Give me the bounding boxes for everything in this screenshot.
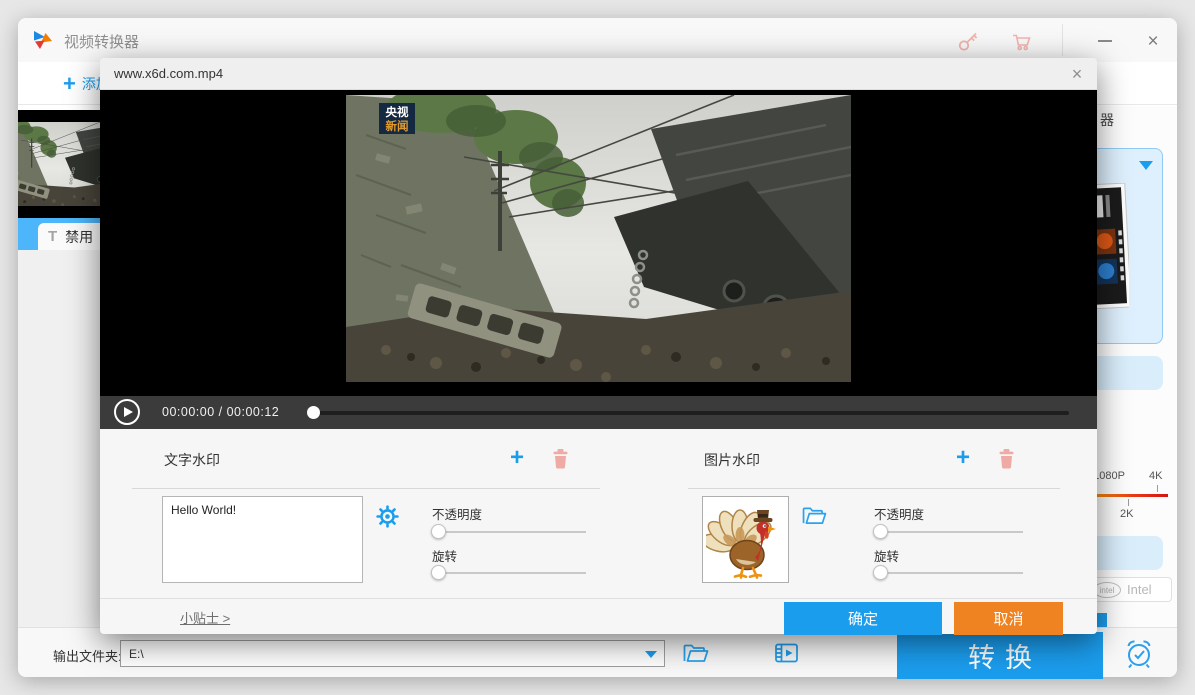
delete-image-watermark-button[interactable] xyxy=(998,449,1015,469)
image-watermark-preview[interactable] xyxy=(702,496,789,583)
slider-track xyxy=(435,572,586,574)
plus-icon: + xyxy=(63,73,76,95)
image-rotate-slider[interactable] xyxy=(873,565,1023,581)
tab-label: 禁用 xyxy=(65,227,93,247)
slider-thumb[interactable] xyxy=(873,565,888,580)
resolution-label-2k: 2K xyxy=(1120,508,1133,520)
video-list-thumbnail[interactable] xyxy=(18,110,103,218)
play-button[interactable] xyxy=(114,399,140,425)
image-watermark-header: 图片水印 xyxy=(704,450,760,470)
text-rotate-label: 旋转 xyxy=(432,546,457,565)
trash-icon xyxy=(998,449,1015,469)
slider-thumb[interactable] xyxy=(431,565,446,580)
plus-icon: + xyxy=(510,444,524,471)
delete-text-watermark-button[interactable] xyxy=(552,449,569,469)
text-opacity-slider[interactable] xyxy=(431,524,586,540)
seek-track xyxy=(312,411,1069,415)
text-tool-icon: T xyxy=(48,228,57,245)
add-image-watermark-button[interactable]: + xyxy=(956,446,970,470)
ok-button[interactable]: 确定 xyxy=(784,602,942,635)
cancel-button[interactable]: 取消 xyxy=(954,602,1063,635)
section-divider xyxy=(688,488,1060,489)
dialog-titlebar: www.x6d.com.mp4 × xyxy=(100,58,1097,90)
close-icon: × xyxy=(1072,64,1083,85)
text-rotate-slider[interactable] xyxy=(431,565,586,581)
intel-badge: intel Intel xyxy=(1088,577,1172,602)
screen: 视频转换器 × + 添加文件 T 禁用 xyxy=(0,0,1195,695)
intel-label: Intel xyxy=(1127,582,1152,597)
dialog-title: www.x6d.com.mp4 xyxy=(114,66,223,81)
titlebar: 视频转换器 × xyxy=(18,18,1177,62)
image-rotate-label: 旋转 xyxy=(874,546,899,565)
tips-link[interactable]: 小贴士 > xyxy=(180,608,230,627)
minimize-icon xyxy=(1098,40,1112,42)
chevron-down-icon[interactable] xyxy=(1139,161,1153,170)
store-cart-icon[interactable] xyxy=(1006,26,1036,56)
trash-icon xyxy=(552,449,569,469)
text-settings-button[interactable] xyxy=(376,505,400,529)
time-display: 00:00:00 / 00:00:12 xyxy=(162,405,279,419)
video-file-button[interactable] xyxy=(773,641,801,665)
close-icon: × xyxy=(1147,32,1158,51)
output-folder-value: E:\ xyxy=(129,647,144,661)
play-icon xyxy=(124,407,133,417)
resolution-tick-2k xyxy=(1128,499,1129,506)
minimize-button[interactable] xyxy=(1090,26,1120,56)
slider-track xyxy=(877,531,1023,533)
watermark-dialog: www.x6d.com.mp4 × 00:00:00 / 00:00:12 文字… xyxy=(100,58,1097,634)
close-button[interactable]: × xyxy=(1138,26,1168,56)
slider-thumb[interactable] xyxy=(431,524,446,539)
app-logo-icon xyxy=(31,29,53,51)
plus-icon: + xyxy=(956,444,970,471)
slider-track xyxy=(877,572,1023,574)
output-folder-select[interactable]: E:\ xyxy=(120,640,665,667)
titlebar-separator xyxy=(1062,24,1063,56)
dialog-footer: 小贴士 > 确定 取消 xyxy=(100,598,1097,634)
text-watermark-input[interactable]: Hello World! xyxy=(162,496,363,583)
seek-bar[interactable] xyxy=(307,404,1069,420)
image-opacity-slider[interactable] xyxy=(873,524,1023,540)
register-key-icon[interactable] xyxy=(952,26,982,56)
chevron-down-icon[interactable] xyxy=(645,651,657,658)
open-folder-icon xyxy=(802,506,827,526)
output-folder-label: 输出文件夹: xyxy=(53,646,122,665)
video-preview-area xyxy=(100,90,1097,396)
open-folder-button[interactable] xyxy=(682,641,710,665)
slider-thumb[interactable] xyxy=(873,524,888,539)
svg-text:intel: intel xyxy=(1100,586,1115,595)
seek-thumb[interactable] xyxy=(307,406,320,419)
browse-image-button[interactable] xyxy=(802,506,828,528)
resolution-label-4k: 4K xyxy=(1149,470,1162,482)
dialog-close-button[interactable]: × xyxy=(1065,62,1089,86)
image-opacity-label: 不透明度 xyxy=(874,504,924,523)
text-watermark-header: 文字水印 xyxy=(164,450,220,470)
text-opacity-label: 不透明度 xyxy=(432,504,482,523)
video-frame xyxy=(346,95,851,382)
player-bar: 00:00:00 / 00:00:12 xyxy=(100,396,1097,429)
add-text-watermark-button[interactable]: + xyxy=(510,446,524,470)
resolution-tick-4k xyxy=(1157,485,1158,492)
format-section-partial-label: 器 xyxy=(1100,110,1114,130)
slider-track xyxy=(435,531,586,533)
schedule-alarm-button[interactable] xyxy=(1123,637,1155,669)
gear-icon xyxy=(376,505,399,528)
convert-button[interactable]: 转换 xyxy=(897,632,1103,679)
section-divider xyxy=(132,488,600,489)
turkey-image xyxy=(706,501,786,579)
app-title: 视频转换器 xyxy=(64,31,139,52)
